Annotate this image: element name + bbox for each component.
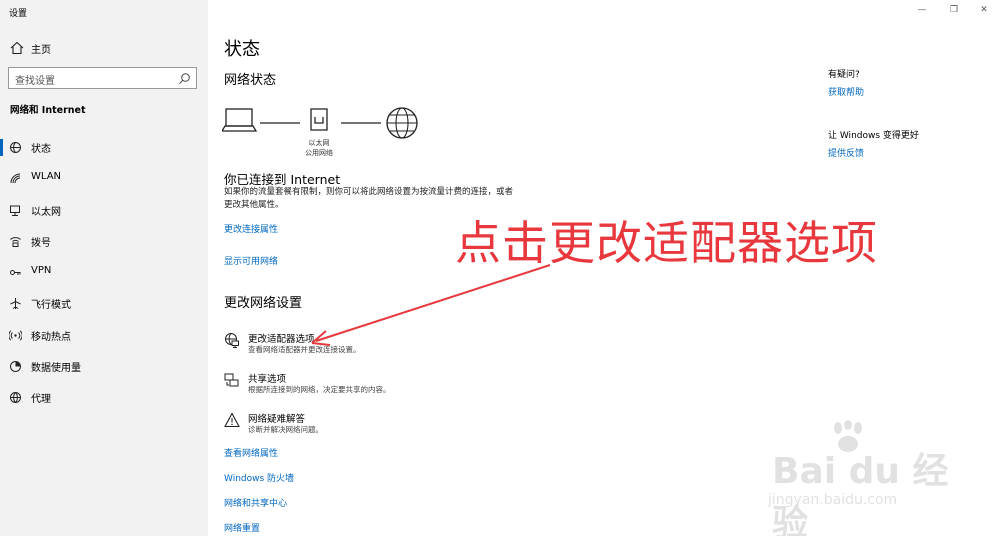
active-indicator bbox=[0, 139, 3, 156]
airplane-icon bbox=[10, 298, 21, 310]
improve-heading: 让 Windows 变得更好 bbox=[828, 131, 919, 141]
sidebar-item-label: WLAN bbox=[31, 171, 62, 183]
view-network-properties-link[interactable]: 查看网络属性 bbox=[224, 446, 278, 459]
network-type: 公用网络 bbox=[305, 149, 333, 157]
sidebar-section-title: 网络和 Internet bbox=[10, 105, 86, 116]
search-icon bbox=[179, 73, 190, 84]
sidebar-item-proxy[interactable]: 代理 bbox=[0, 384, 208, 415]
get-help-link[interactable]: 获取帮助 bbox=[828, 85, 864, 98]
sidebar-item-hotspot[interactable]: 移动热点 bbox=[0, 322, 208, 353]
search-input[interactable]: 查找设置 bbox=[8, 67, 197, 89]
sidebar-item-label: 以太网 bbox=[31, 206, 61, 218]
option-title: 共享选项 bbox=[248, 374, 287, 385]
hotspot-icon bbox=[9, 330, 22, 341]
sidebar-home[interactable]: 主页 bbox=[0, 36, 208, 60]
option-troubleshoot[interactable]: 网络疑难解答 诊断并解决网络问题。 bbox=[224, 411, 524, 435]
option-description: 根据所连接到的网络，决定要共享的内容。 bbox=[248, 385, 391, 394]
ethernet-port-icon bbox=[310, 108, 328, 131]
sidebar-item-label: 状态 bbox=[31, 144, 51, 155]
dialup-icon bbox=[10, 237, 21, 247]
sidebar-item-ethernet[interactable]: 以太网 bbox=[0, 197, 208, 228]
window-title: 设置 bbox=[9, 9, 28, 19]
page-title: 状态 bbox=[224, 39, 260, 60]
sidebar-item-status[interactable]: 状态 bbox=[0, 134, 208, 165]
globe-icon bbox=[386, 107, 418, 139]
vpn-icon bbox=[10, 270, 21, 276]
change-connection-properties-link[interactable]: 更改连接属性 bbox=[224, 222, 278, 235]
sidebar-item-vpn[interactable]: VPN bbox=[0, 259, 208, 290]
adapter-icon bbox=[225, 333, 239, 348]
sidebar: 设置 主页 查找设置 网络和 Internet 状态 WLAN 以太网 拨号 V… bbox=[0, 0, 208, 536]
adapter-name: 以太网 bbox=[308, 139, 330, 147]
change-settings-title: 更改网络设置 bbox=[224, 296, 303, 311]
option-sharing[interactable]: 共享选项 根据所连接到的网络，决定要共享的内容。 bbox=[224, 371, 524, 395]
sidebar-nav: 状态 WLAN 以太网 拨号 VPN 飞行模式 移动热点 数据使用量 代理 bbox=[0, 134, 208, 416]
watermark-text: Bai du 经验 bbox=[772, 451, 949, 536]
computer-icon bbox=[222, 108, 258, 132]
restore-icon: ❐ bbox=[949, 5, 959, 15]
feedback-link[interactable]: 提供反馈 bbox=[828, 146, 864, 159]
ethernet-icon bbox=[10, 205, 20, 216]
sidebar-item-label: 飞行模式 bbox=[31, 300, 71, 312]
sidebar-item-label: 拨号 bbox=[31, 237, 51, 249]
sidebar-item-label: 移动热点 bbox=[31, 331, 71, 343]
minimize-button[interactable]: — bbox=[906, 0, 938, 20]
close-icon: ✕ bbox=[980, 5, 988, 15]
windows-firewall-link[interactable]: Windows 防火墙 bbox=[224, 471, 294, 484]
watermark-url: jingyan.baidu.com bbox=[768, 492, 898, 508]
close-button[interactable]: ✕ bbox=[968, 0, 1000, 20]
sidebar-item-dialup[interactable]: 拨号 bbox=[0, 228, 208, 259]
show-available-networks-link[interactable]: 显示可用网络 bbox=[224, 254, 278, 267]
sidebar-home-label: 主页 bbox=[31, 45, 51, 56]
option-description: 诊断并解决网络问题。 bbox=[248, 425, 323, 434]
sidebar-item-data-usage[interactable]: 数据使用量 bbox=[0, 353, 208, 384]
sharing-icon bbox=[224, 373, 239, 387]
baidu-watermark: Bai du 经验 jingyan.baidu.com bbox=[760, 420, 960, 536]
wlan-icon bbox=[10, 173, 21, 184]
sidebar-item-label: 数据使用量 bbox=[31, 363, 81, 375]
sidebar-item-label: VPN bbox=[31, 265, 52, 277]
proxy-icon bbox=[10, 392, 21, 404]
data-usage-icon bbox=[10, 361, 21, 373]
network-status-title: 网络状态 bbox=[224, 73, 277, 88]
annotation-arrow bbox=[311, 264, 551, 346]
question-heading: 有疑问? bbox=[828, 70, 860, 80]
network-sharing-center-link[interactable]: 网络和共享中心 bbox=[224, 496, 287, 509]
minimize-icon: — bbox=[917, 5, 927, 15]
status-icon bbox=[10, 142, 21, 153]
sidebar-item-label: 代理 bbox=[31, 394, 51, 406]
network-reset-link[interactable]: 网络重置 bbox=[224, 521, 260, 534]
option-title: 网络疑难解答 bbox=[248, 414, 306, 425]
restore-button[interactable]: ❐ bbox=[938, 0, 970, 20]
home-icon bbox=[10, 41, 24, 55]
sidebar-item-wlan[interactable]: WLAN bbox=[0, 165, 208, 196]
sidebar-item-airplane[interactable]: 飞行模式 bbox=[0, 290, 208, 321]
search-placeholder: 查找设置 bbox=[15, 76, 55, 87]
warning-triangle-icon bbox=[224, 412, 240, 428]
